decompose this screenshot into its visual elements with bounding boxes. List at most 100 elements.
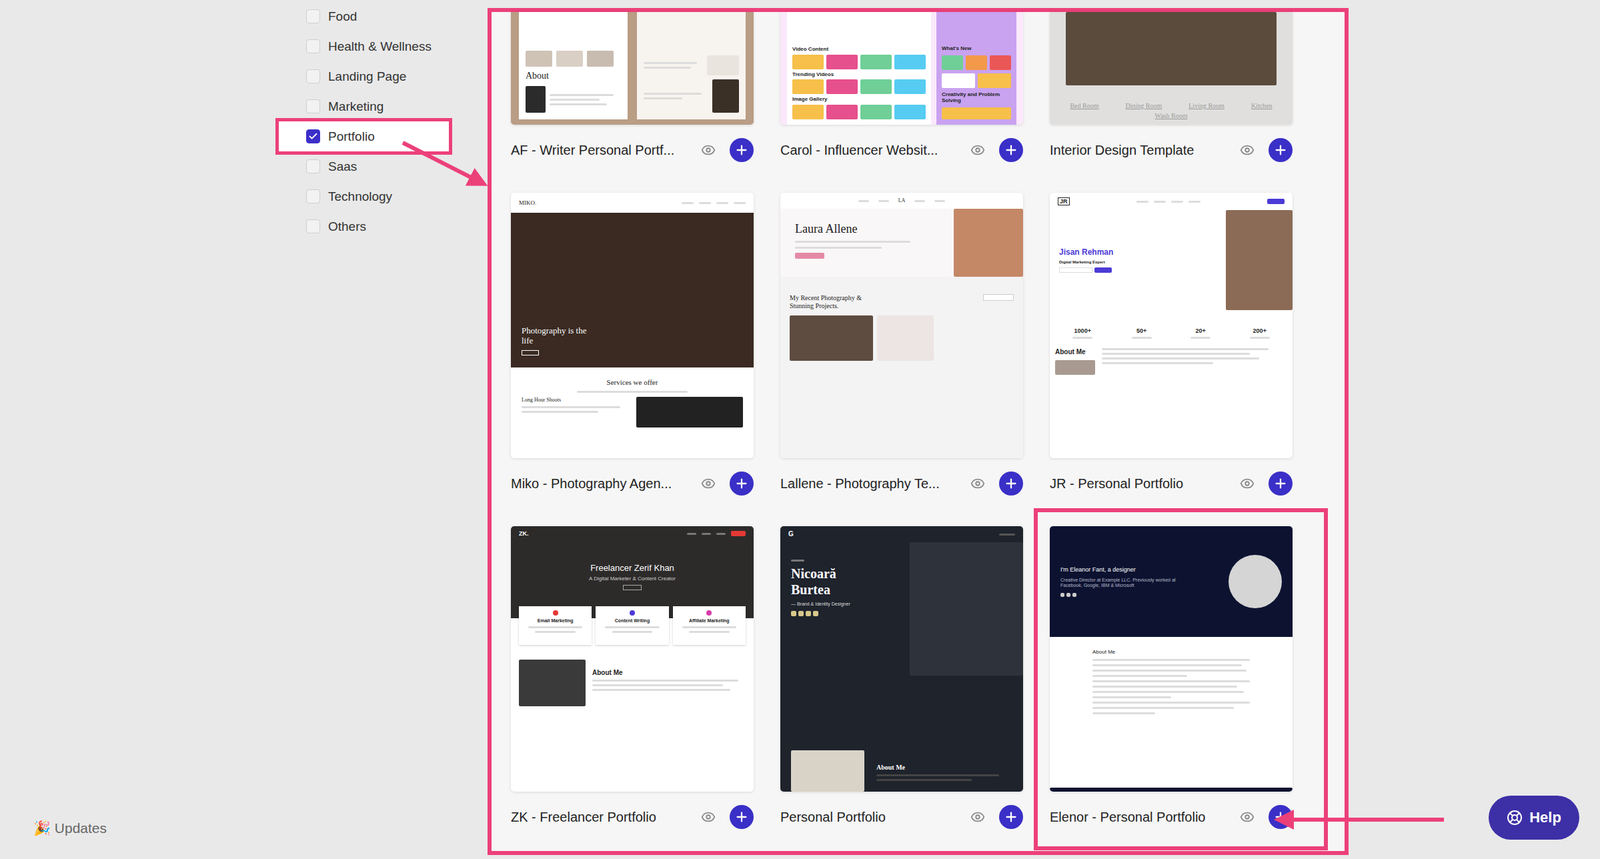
template-title: Miko - Photography Agen... — [510, 476, 699, 492]
template-card[interactable]: LALaura AlleneMy Recent Photography & St… — [780, 192, 1024, 509]
category-item[interactable]: Portfolio — [275, 118, 453, 155]
template-card[interactable]: I'm Eleanor Fant, a designerCreative Dir… — [1049, 526, 1293, 843]
room-link[interactable]: Kitchen — [1251, 102, 1273, 110]
template-title: Lallene - Photography Te... — [780, 476, 969, 492]
annotation-arrows — [0, 0, 1600, 859]
template-card[interactable]: JRJisan RehmanDigital Marketing Expert10… — [1049, 192, 1293, 509]
plus-icon — [1003, 476, 1019, 491]
section-label: Creativity and Problem Solving — [941, 91, 1012, 105]
template-grid-panel: About AF - Writer Personal Portf... Video … — [487, 8, 1349, 856]
section-title: About Me — [1092, 648, 1250, 656]
add-button[interactable] — [1268, 471, 1293, 496]
preview-button[interactable] — [698, 476, 718, 491]
template-title: AF - Writer Personal Portf... — [510, 142, 699, 159]
add-button[interactable] — [729, 471, 754, 496]
checkbox[interactable] — [306, 39, 321, 54]
template-card[interactable]: MIKO.Photography is the lifeServices we … — [510, 192, 754, 509]
preview-button[interactable] — [698, 809, 718, 825]
checkbox[interactable] — [306, 69, 321, 84]
add-button[interactable] — [999, 471, 1024, 496]
preview-button[interactable] — [1237, 809, 1257, 825]
room-link[interactable]: Bed Room — [1069, 102, 1099, 110]
add-button[interactable] — [1268, 138, 1293, 163]
plus-icon — [1273, 476, 1288, 491]
template-title-row: Carol - Influencer Websit... — [780, 124, 1024, 176]
template-card[interactable]: About AF - Writer Personal Portf... — [510, 12, 754, 176]
template-card[interactable]: Video ContentTrending VideosImage Galler… — [780, 12, 1024, 176]
template-title-row: Lallene - Photography Te... — [780, 458, 1024, 509]
add-button[interactable] — [729, 138, 754, 163]
stat-value: 1000+ — [1074, 327, 1092, 335]
nav-links — [681, 202, 746, 205]
checkbox[interactable] — [306, 129, 321, 144]
updates-button[interactable]: 🎉 Updates — [26, 816, 114, 841]
template-card[interactable]: Bed Room Dining Room Living Room Kitchen Was… — [1049, 12, 1293, 176]
category-item[interactable]: Marketing — [306, 91, 488, 122]
service-name: Email Marketing — [537, 618, 574, 624]
page-heading: About — [525, 70, 621, 83]
logo: MIKO. — [518, 199, 537, 207]
room-link[interactable]: Living Room — [1188, 102, 1225, 110]
stat-value: 200+ — [1253, 327, 1267, 335]
checkbox[interactable] — [306, 189, 321, 204]
highlight-box — [1033, 508, 1328, 851]
category-item[interactable]: Food — [306, 1, 488, 32]
checkbox[interactable] — [306, 219, 321, 234]
hero-name: Laura Allene — [794, 222, 940, 237]
template-title-row: Personal Portfolio — [780, 791, 1024, 843]
template-title-row: Interior Design Template — [1049, 124, 1293, 176]
preview-button[interactable] — [1237, 476, 1257, 491]
template-preview: About — [510, 12, 754, 125]
template-title: Interior Design Template — [1049, 142, 1238, 159]
template-preview: LALaura AlleneMy Recent Photography & St… — [780, 192, 1024, 459]
checkbox[interactable] — [306, 159, 321, 174]
section-title: About Me — [1055, 348, 1096, 357]
hero-name: Jisan Rehman — [1059, 247, 1222, 257]
template-title: Personal Portfolio — [780, 809, 969, 826]
section-title: About Me — [592, 668, 746, 677]
template-preview: GNicoară Burtea— Brand & Identity Design… — [780, 526, 1024, 792]
plus-icon — [734, 809, 749, 825]
category-label: Portfolio — [328, 129, 375, 145]
preview-button[interactable] — [968, 809, 988, 825]
eye-icon — [970, 142, 986, 158]
template-card[interactable]: GNicoară Burtea— Brand & Identity Design… — [780, 526, 1024, 843]
preview-button[interactable] — [968, 142, 988, 158]
template-preview: I'm Eleanor Fant, a designerCreative Dir… — [1049, 526, 1293, 792]
category-label: Technology — [328, 189, 393, 205]
category-item[interactable]: Landing Page — [306, 61, 488, 92]
category-item[interactable]: Others — [306, 211, 488, 242]
hero-name: Nicoară Burtea — [790, 565, 858, 598]
template-title: Elenor - Personal Portfolio — [1049, 809, 1238, 826]
checkbox[interactable] — [306, 9, 321, 24]
help-button[interactable]: Help — [1488, 795, 1580, 840]
arrow-icon — [1283, 817, 1444, 822]
add-button[interactable] — [999, 138, 1024, 163]
add-button[interactable] — [999, 805, 1024, 830]
hero-name: Freelancer Zerif Khan — [590, 562, 675, 574]
service-name: Affiliate Marketing — [688, 618, 730, 624]
category-item[interactable]: Saas — [306, 151, 488, 182]
add-button[interactable] — [729, 805, 754, 830]
category-label: Marketing — [328, 99, 384, 115]
add-button[interactable] — [1268, 805, 1293, 830]
eye-icon — [700, 476, 716, 491]
hero-role: A Digital Marketer & Content Creator — [588, 575, 676, 583]
nav-links — [1136, 200, 1201, 203]
template-card[interactable]: ZK.Freelancer Zerif KhanA Digital Market… — [510, 526, 754, 843]
room-link[interactable]: Wash Room — [1155, 112, 1188, 120]
hero-role: — Brand & Identity Designer — [790, 601, 900, 607]
section-title: Services we offer — [606, 378, 659, 387]
plus-icon — [1273, 142, 1288, 158]
room-link[interactable]: Dining Room — [1125, 102, 1163, 110]
plus-icon — [1273, 809, 1288, 825]
preview-button[interactable] — [1237, 142, 1257, 158]
checkbox[interactable] — [306, 99, 321, 114]
preview-button[interactable] — [968, 476, 988, 491]
logo: LA — [898, 197, 906, 205]
preview-button[interactable] — [698, 142, 718, 158]
category-item[interactable]: Health & Wellness — [306, 31, 488, 62]
category-item[interactable]: Technology — [306, 181, 488, 212]
template-title: ZK - Freelancer Portfolio — [510, 809, 699, 826]
template-picker: FoodHealth & WellnessLanding Page Marketi… — [0, 0, 1600, 859]
